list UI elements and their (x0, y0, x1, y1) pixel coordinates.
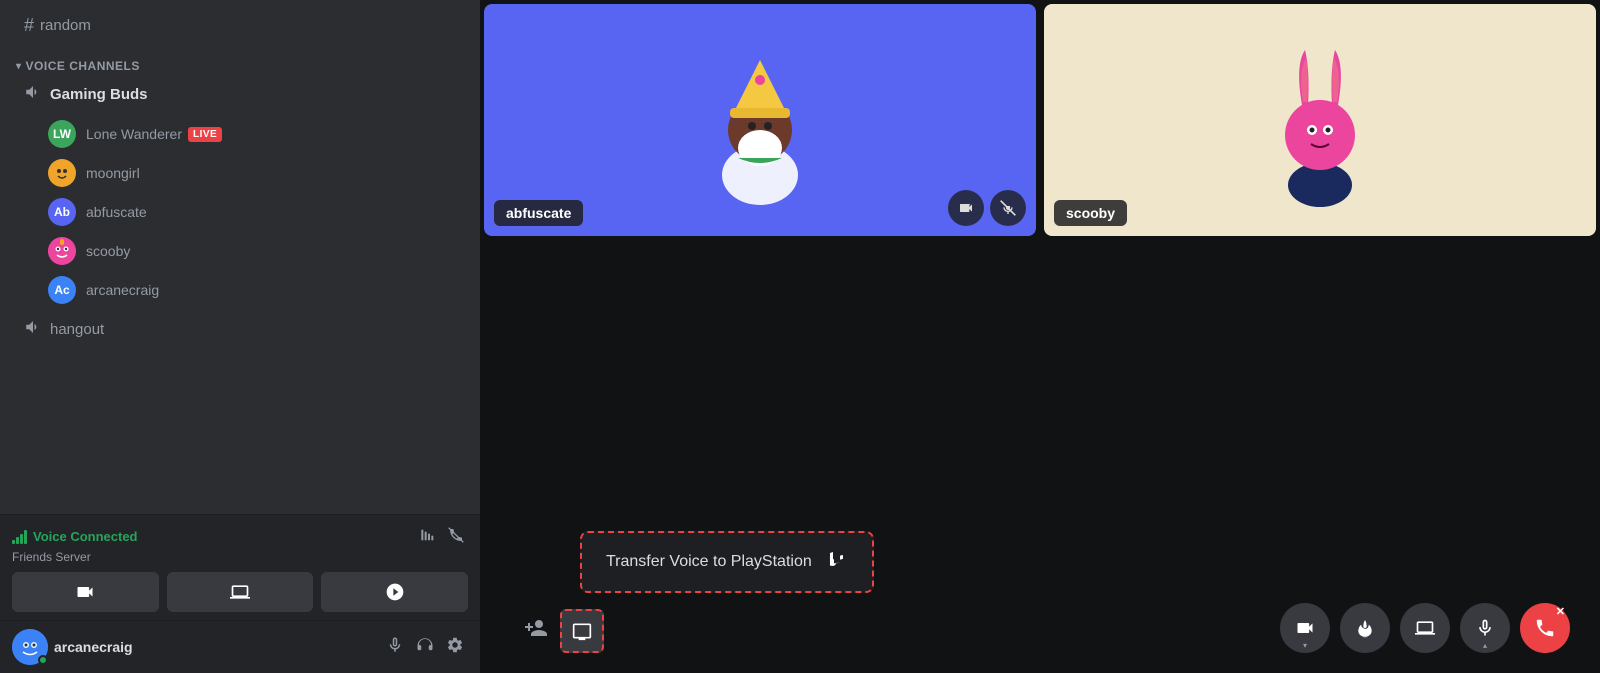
transfer-voice-popup[interactable]: Transfer Voice to PlayStation (580, 531, 874, 593)
member-name-arcanecraig: arcanecraig (86, 282, 159, 298)
settings-button[interactable] (442, 632, 468, 663)
camera-toolbar-button[interactable]: ▾ (1280, 603, 1330, 653)
screen-share-toolbar-button[interactable] (1400, 603, 1450, 653)
live-badge: LIVE (188, 127, 222, 142)
mic-chevron-icon: ▴ (1483, 641, 1487, 650)
avatar-arcanecraig-member: Ac (48, 276, 76, 304)
voice-channel-gaming-buds[interactable]: Gaming Buds (8, 78, 472, 111)
speaker-icon (24, 83, 42, 106)
video-grid: abfuscate (480, 0, 1600, 240)
activity-toolbar-button[interactable] (1340, 603, 1390, 653)
video-mute-abfuscate[interactable] (948, 190, 984, 226)
voice-channels-label: VOICE CHANNELS (26, 59, 140, 73)
user-panel: arcanecraig (0, 620, 480, 673)
avatar-abfuscate: Ab (48, 198, 76, 226)
screen-share-active-button[interactable] (560, 609, 604, 653)
channel-random[interactable]: # random (8, 9, 472, 42)
scooby-character (1250, 30, 1390, 210)
video-name-abfuscate: abfuscate (494, 200, 583, 226)
camera-button[interactable] (12, 572, 159, 612)
signal-settings-button[interactable] (416, 525, 440, 548)
speaker-hangout-icon (24, 318, 42, 341)
abfuscate-character (690, 30, 830, 210)
channel-random-label: random (40, 17, 91, 34)
voice-connected-header: Voice Connected (12, 525, 468, 548)
camera-chevron-icon: ▾ (1303, 641, 1307, 650)
member-moongirl[interactable]: moongirl (8, 154, 472, 192)
bottom-left-toolbar (520, 609, 604, 653)
video-tile-scooby: scooby (1044, 4, 1596, 236)
avatar-scooby (48, 237, 76, 265)
headphones-button[interactable] (412, 632, 438, 663)
member-arcanecraig[interactable]: Ac arcanecraig (8, 271, 472, 309)
video-controls-abfuscate (948, 190, 1026, 226)
video-name-scooby: scooby (1054, 200, 1127, 226)
member-name-lone-wanderer: Lone Wanderer (86, 126, 182, 142)
member-lone-wanderer[interactable]: LW Lone Wanderer LIVE (8, 115, 472, 153)
video-tile-abfuscate: abfuscate (484, 4, 1036, 236)
voice-connected-panel: Voice Connected (0, 514, 480, 620)
hangup-button[interactable]: ✕ (1520, 603, 1570, 653)
playstation-icon (824, 547, 848, 577)
mic-mute-abfuscate[interactable] (990, 190, 1026, 226)
voice-connected-icons (416, 525, 468, 548)
user-controls (382, 632, 468, 663)
voice-action-buttons (12, 572, 468, 612)
member-scooby[interactable]: scooby (8, 232, 472, 270)
user-avatar (12, 629, 48, 665)
signal-icon (12, 530, 27, 544)
gaming-buds-label: Gaming Buds (50, 86, 148, 103)
voice-channel-hangout[interactable]: hangout (8, 313, 472, 346)
chevron-down-icon: ▾ (16, 61, 22, 72)
hangup-x-icon: ✕ (1556, 607, 1565, 618)
transfer-voice-text: Transfer Voice to PlayStation (606, 553, 812, 571)
channel-list: # random ▾ VOICE CHANNELS Gaming Buds LW… (0, 0, 480, 514)
sidebar: # random ▾ VOICE CHANNELS Gaming Buds LW… (0, 0, 480, 673)
avatar-moongirl (48, 159, 76, 187)
screen-share-button[interactable] (167, 572, 314, 612)
disconnect-button[interactable] (444, 525, 468, 548)
voice-connected-status: Voice Connected (12, 529, 138, 544)
voice-connected-text: Voice Connected (33, 529, 138, 544)
member-name-moongirl: moongirl (86, 165, 140, 181)
voice-channels-section[interactable]: ▾ VOICE CHANNELS (0, 43, 480, 77)
add-user-button[interactable] (520, 612, 552, 650)
microphone-toolbar-button[interactable]: ▴ (1460, 603, 1510, 653)
hash-icon: # (24, 15, 34, 36)
user-name: arcanecraig (54, 639, 376, 655)
avatar-lone-wanderer: LW (48, 120, 76, 148)
member-abfuscate[interactable]: Ab abfuscate (8, 193, 472, 231)
member-name-abfuscate: abfuscate (86, 204, 147, 220)
member-name-scooby: scooby (86, 243, 130, 259)
main-content: abfuscate (480, 0, 1600, 673)
hangout-label: hangout (50, 321, 104, 338)
voice-connected-sub: Friends Server (12, 550, 468, 564)
right-toolbar: ▾ ▴ (1280, 603, 1570, 653)
member-list-gaming-buds: LW Lone Wanderer LIVE moongirl Ab abfu (0, 112, 480, 312)
user-status-dot (38, 655, 48, 665)
bottom-area: Transfer Voice to PlayStation (480, 240, 1600, 673)
activity-button[interactable] (321, 572, 468, 612)
microphone-toggle-button[interactable] (382, 632, 408, 663)
